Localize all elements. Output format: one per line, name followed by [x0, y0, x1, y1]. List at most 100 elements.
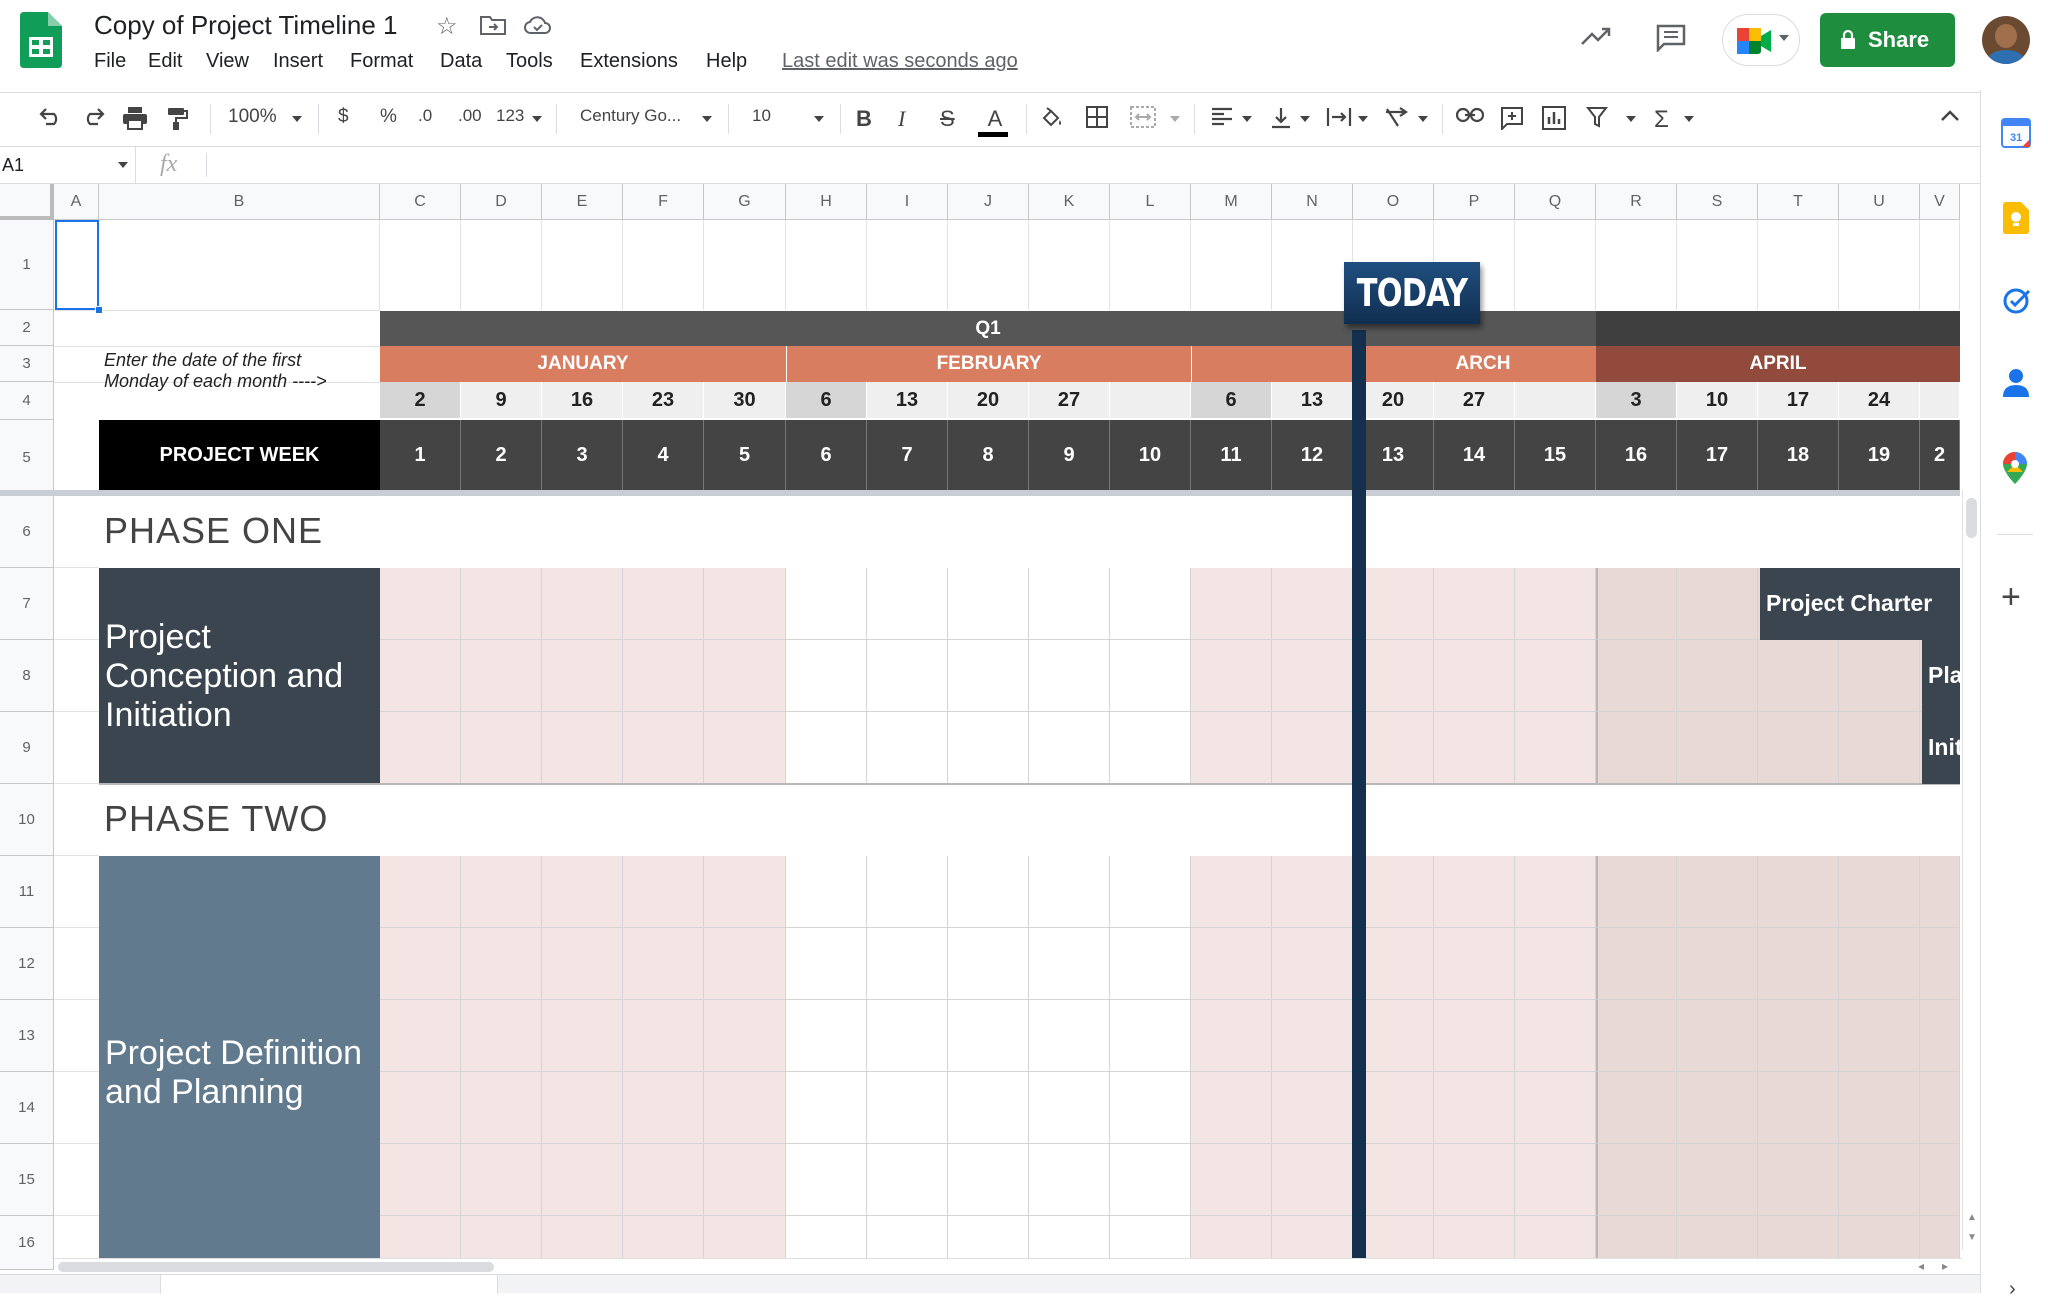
phase-one-cell[interactable] — [1596, 712, 1677, 784]
horizontal-scroll-thumb[interactable] — [58, 1262, 494, 1272]
last-edit-link[interactable]: Last edit was seconds ago — [782, 50, 1018, 73]
phase-two-cell[interactable] — [623, 856, 704, 928]
phase-two-cell[interactable] — [1839, 928, 1920, 1000]
column-header-t[interactable]: T — [1758, 184, 1839, 220]
phase-two-cell[interactable] — [1920, 1144, 1960, 1216]
phase-one-cell[interactable] — [704, 640, 786, 712]
phase-two-cell[interactable] — [704, 928, 786, 1000]
phase-one-cell[interactable] — [1110, 568, 1191, 640]
phase-two-cell[interactable] — [948, 1144, 1029, 1216]
scroll-left-arrow-icon[interactable]: ◂ — [1918, 1259, 1924, 1273]
phase-one-cell[interactable] — [1839, 712, 1920, 784]
font-size-select[interactable]: 10 — [752, 106, 771, 126]
column-header-a[interactable]: A — [54, 184, 99, 220]
active-sheet-tab[interactable] — [160, 1275, 498, 1294]
phase-one-cell[interactable] — [1029, 568, 1110, 640]
phase-two-cell[interactable] — [1839, 1000, 1920, 1072]
phase-one-cell[interactable] — [786, 568, 867, 640]
phase-two-cell[interactable] — [1596, 1072, 1677, 1144]
phase-two-cell[interactable] — [1515, 1000, 1596, 1072]
week-cell[interactable]: 8 — [948, 420, 1029, 490]
phase-two-cell[interactable] — [1434, 856, 1515, 928]
horizontal-scrollbar[interactable]: ◂ ▸ — [54, 1258, 1962, 1274]
week-cell[interactable]: 2 — [1920, 420, 1960, 490]
phase-two-cell[interactable] — [380, 928, 461, 1000]
valign-chevron-down-icon[interactable] — [1300, 116, 1310, 122]
merge-chevron-down-icon[interactable] — [1170, 116, 1180, 122]
phase-one-cell[interactable] — [1029, 640, 1110, 712]
phase-two-cell[interactable] — [542, 928, 623, 1000]
phase-two-cell[interactable] — [1434, 1000, 1515, 1072]
date-cell[interactable]: 30 — [704, 382, 786, 418]
phase-two-cell[interactable] — [1191, 1000, 1272, 1072]
date-cell[interactable]: 2 — [380, 382, 461, 418]
phase-one-cell[interactable] — [1272, 568, 1353, 640]
phase-one-cell[interactable] — [1191, 568, 1272, 640]
phase-two-cell[interactable] — [461, 1072, 542, 1144]
column-header-u[interactable]: U — [1839, 184, 1920, 220]
week-cell[interactable]: 17 — [1677, 420, 1758, 490]
font-family-select[interactable]: Century Go... — [580, 106, 681, 126]
phase-two-cell[interactable] — [1920, 1000, 1960, 1072]
phase-one-cell[interactable] — [380, 568, 461, 640]
column-header-p[interactable]: P — [1434, 184, 1515, 220]
column-header-m[interactable]: M — [1191, 184, 1272, 220]
week-cell[interactable]: 2 — [461, 420, 542, 490]
phase-two-cell[interactable] — [867, 1000, 948, 1072]
filter-icon[interactable] — [1585, 106, 1609, 134]
scroll-up-arrow-icon[interactable]: ▲ — [1967, 1212, 1977, 1223]
name-box-chevron-down-icon[interactable] — [118, 162, 128, 168]
phase-two-cell[interactable] — [867, 928, 948, 1000]
phase-two-cell[interactable] — [704, 856, 786, 928]
week-cell[interactable]: 4 — [623, 420, 704, 490]
phase-two-cell[interactable] — [1110, 1144, 1191, 1216]
menu-format[interactable]: Format — [350, 50, 413, 73]
column-header-j[interactable]: J — [948, 184, 1029, 220]
week-cell[interactable]: 7 — [867, 420, 948, 490]
phase-two-cell[interactable] — [786, 1144, 867, 1216]
move-folder-icon[interactable] — [480, 14, 506, 41]
scroll-down-arrow-icon[interactable]: ▼ — [1967, 1232, 1977, 1243]
phase-two-cell[interactable] — [1677, 1072, 1758, 1144]
font-chevron-down-icon[interactable] — [702, 116, 712, 122]
phase-one-cell[interactable] — [867, 568, 948, 640]
phase-one-cell[interactable] — [623, 640, 704, 712]
phase-two-cell[interactable] — [1272, 856, 1353, 928]
phase-two-cell[interactable] — [1758, 856, 1839, 928]
menu-help[interactable]: Help — [706, 50, 747, 73]
column-header-b[interactable]: B — [99, 184, 380, 220]
phase-one-cell[interactable] — [380, 712, 461, 784]
phase-one-cell[interactable] — [1677, 712, 1758, 784]
phase-two-cell[interactable] — [1596, 1000, 1677, 1072]
phase-two-cell[interactable] — [1515, 856, 1596, 928]
phase-two-cell[interactable] — [1677, 1144, 1758, 1216]
phase-two-cell[interactable] — [1191, 1144, 1272, 1216]
phase-one-cell[interactable] — [948, 568, 1029, 640]
phase-two-cell[interactable] — [1515, 928, 1596, 1000]
phase-two-cell[interactable] — [380, 1000, 461, 1072]
phase-two-cell[interactable] — [1839, 1144, 1920, 1216]
phase-two-cell[interactable] — [1758, 1144, 1839, 1216]
phase-one-cell[interactable] — [786, 640, 867, 712]
phase-two-cell[interactable] — [1110, 928, 1191, 1000]
phase-two-cell[interactable] — [1029, 1000, 1110, 1072]
frozen-rows-divider[interactable] — [0, 490, 1960, 496]
date-cell[interactable]: 27 — [1434, 382, 1515, 418]
column-header-q[interactable]: Q — [1515, 184, 1596, 220]
phase-two-cell[interactable] — [786, 1072, 867, 1144]
column-header-o[interactable]: O — [1353, 184, 1434, 220]
borders-icon[interactable] — [1086, 106, 1108, 134]
phase-two-cell[interactable] — [1920, 928, 1960, 1000]
phase-two-cell[interactable] — [623, 1144, 704, 1216]
spreadsheet-grid[interactable]: ABCDEFGHIJKLMNOPQRSTUV 1 2 3 4 5 6 7 8 9 10 11 12 13… — [0, 184, 1980, 1270]
functions-chevron-down-icon[interactable] — [1684, 116, 1694, 122]
phase-one-cell[interactable] — [1272, 640, 1353, 712]
phase-one-cell[interactable] — [704, 568, 786, 640]
phase-two-cell[interactable] — [1029, 1072, 1110, 1144]
row-header-1[interactable]: 1 — [0, 220, 54, 310]
menu-extensions[interactable]: Extensions — [580, 50, 678, 73]
date-cell[interactable]: 3 — [1596, 382, 1677, 418]
phase-one-cell[interactable] — [948, 712, 1029, 784]
expand-panel-chevron-icon[interactable]: › — [2009, 1278, 2016, 1301]
week-cell[interactable]: 1 — [380, 420, 461, 490]
